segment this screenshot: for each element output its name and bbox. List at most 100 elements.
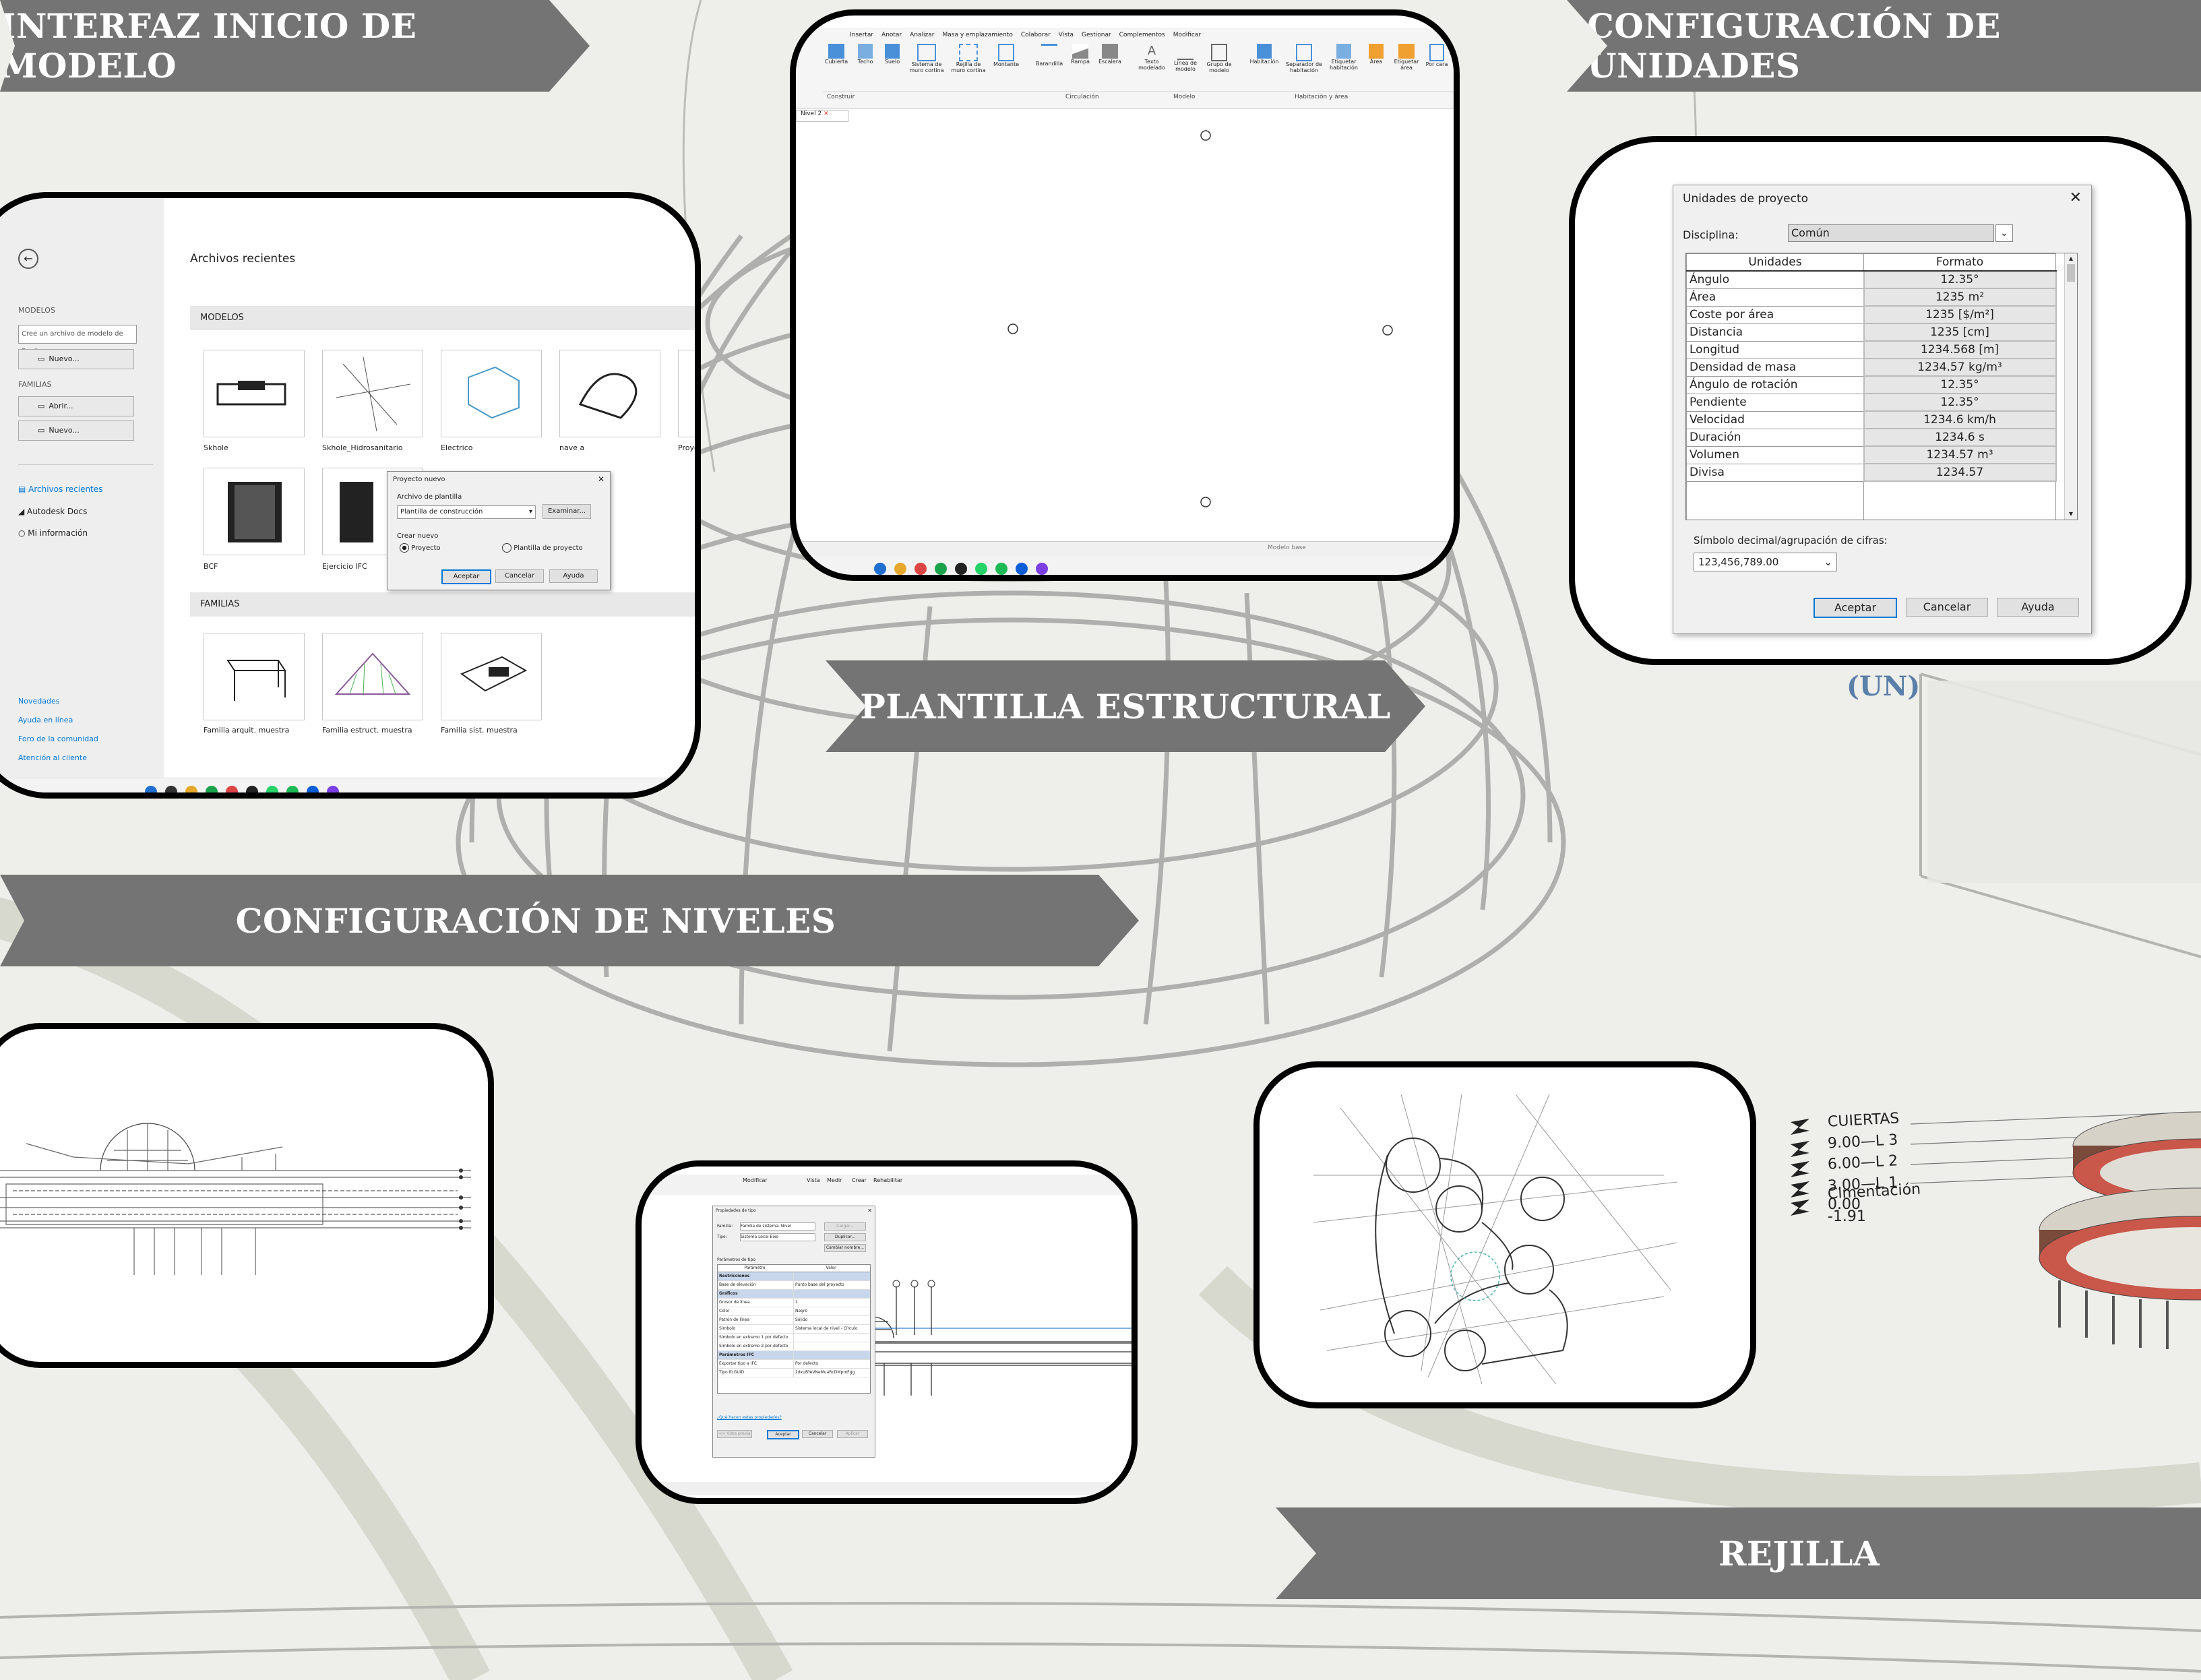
param-value[interactable]: Punto base del proyecto — [793, 1281, 870, 1289]
tool-escalera[interactable]: Escalera — [1096, 44, 1123, 73]
create-model-input[interactable]: Cree un archivo de modelo de Revit — [18, 325, 137, 355]
scroll-thumb[interactable] — [2067, 264, 2075, 282]
param-row[interactable]: Grosor de línea 1 — [718, 1299, 870, 1307]
load-button[interactable]: Cargar... — [824, 1222, 866, 1231]
type-select[interactable]: Sistema Local Eixo — [740, 1233, 815, 1241]
units-help-button[interactable]: Ayuda — [1997, 598, 2079, 617]
family-select[interactable]: Familia de sistema: Nivel — [740, 1222, 815, 1231]
unit-format-button[interactable]: 1235 [$/m²] — [1863, 305, 2057, 324]
ribbon-tab[interactable]: Masa y emplazamiento — [942, 32, 1012, 38]
unit-format-button[interactable]: 12.35° — [1863, 375, 2057, 394]
param-row[interactable]: Gráficos — [718, 1290, 870, 1299]
param-row[interactable]: Exportar tipo a IFC Por defecto — [718, 1360, 870, 1369]
param-row[interactable]: Símbolo en extremo 1 por defecto — [718, 1334, 870, 1342]
param-row[interactable]: Color Negro — [718, 1307, 870, 1316]
param-value[interactable]: Sistema local de nivel - Círculo — [793, 1325, 870, 1333]
dialog-help-button[interactable]: Ayuda — [549, 569, 598, 583]
units-scrollbar[interactable]: ▴ ▾ — [2064, 253, 2077, 520]
dialog-cancel-button[interactable]: Cancelar — [495, 569, 544, 583]
model-thumb-hidrosanitario[interactable] — [322, 350, 423, 437]
units-ok-button[interactable]: Aceptar — [1814, 598, 1897, 618]
discipline-select[interactable]: Común — [1788, 224, 1994, 242]
new-model-button[interactable]: ▭ Nuevo... — [18, 349, 134, 369]
family-thumb-sist[interactable] — [441, 633, 542, 720]
param-value[interactable] — [793, 1290, 870, 1298]
help-link[interactable]: ¿Qué hacen estas propiedades? — [717, 1415, 782, 1420]
tool-model-text[interactable]: A Texto modelado — [1137, 44, 1167, 73]
unit-format-button[interactable]: 1234.57 m³ — [1863, 445, 2057, 464]
unit-format-button[interactable]: 12.35° — [1863, 393, 2057, 412]
param-value[interactable]: Negro — [793, 1307, 870, 1315]
unit-format-button[interactable]: 1234.57 kg/m³ — [1863, 358, 2057, 377]
link-atencion[interactable]: Atención al cliente — [18, 753, 87, 762]
unit-format-button[interactable]: 1234.6 s — [1863, 428, 2057, 447]
param-value[interactable] — [793, 1272, 870, 1280]
back-button[interactable]: ← — [18, 249, 38, 269]
unit-format-button[interactable]: 1234.57 — [1863, 463, 2057, 482]
unit-format-button[interactable]: 12.35° — [1863, 270, 2057, 289]
link-novedades[interactable]: Novedades — [18, 697, 59, 706]
close-icon[interactable]: ✕ — [598, 474, 604, 484]
duplicate-button[interactable]: Duplicar... — [824, 1233, 866, 1241]
props-ok-button[interactable]: Aceptar — [767, 1430, 799, 1439]
dialog-ok-button[interactable]: Aceptar — [441, 569, 491, 584]
tool-by-face[interactable]: Por cara — [1425, 44, 1448, 73]
radio-project[interactable]: Proyecto — [400, 543, 441, 553]
model-thumb-bcf[interactable] — [204, 468, 305, 555]
tool-montante[interactable]: Montante — [991, 44, 1021, 73]
model-thumb-electrico[interactable] — [441, 350, 542, 437]
unit-format-button[interactable]: 1234.568 [m] — [1863, 340, 2057, 359]
nav-autodesk-docs[interactable]: ◢ Autodesk Docs — [18, 507, 87, 516]
tool-room[interactable]: Habitación — [1247, 44, 1281, 73]
tool-suelo[interactable]: Suelo — [881, 44, 904, 73]
chevron-down-icon[interactable]: ⌄ — [1995, 224, 2013, 242]
props-apply-button[interactable]: Aplicar — [837, 1430, 868, 1438]
elevation-marker[interactable] — [1200, 130, 1211, 141]
tool-rampa[interactable]: Rampa — [1068, 44, 1092, 73]
open-family-button[interactable]: ▭ Abrir... — [18, 396, 134, 416]
param-row[interactable]: Base de elevación Punto base del proyecto — [718, 1281, 870, 1290]
elevation-marker[interactable] — [1200, 497, 1211, 507]
family-thumb-estruct[interactable] — [322, 633, 423, 720]
param-value[interactable] — [793, 1351, 870, 1359]
tool-curtain-system[interactable]: Sistema de muro cortina — [908, 44, 946, 73]
tool-techo[interactable]: Techo — [854, 44, 877, 73]
link-foro[interactable]: Foro de la comunidad — [18, 735, 98, 743]
param-row[interactable]: Tipo IfcGUID 2dxuBYeVNeMuaRcDMpmFgg — [718, 1369, 870, 1377]
unit-format-button[interactable]: 1235 m² — [1863, 288, 2057, 307]
ribbon-tab[interactable]: Anotar — [881, 32, 902, 38]
ribbon-tab[interactable]: Complementos — [1119, 32, 1165, 38]
tool-area[interactable]: Área — [1365, 44, 1388, 73]
unit-format-button[interactable]: 1235 [cm] — [1863, 323, 2057, 342]
tool-room-separator[interactable]: Separador de habitación — [1285, 44, 1323, 73]
param-row[interactable]: Restricciones — [718, 1272, 870, 1281]
link-ayuda[interactable]: Ayuda en línea — [18, 716, 73, 724]
tool-curtain-grid[interactable]: Rejilla de muro cortina — [950, 44, 987, 73]
param-value[interactable]: Sólido — [793, 1316, 870, 1324]
ribbon-tab[interactable]: Vista — [1059, 32, 1074, 38]
elevation-marker[interactable] — [1382, 325, 1393, 336]
ribbon-tab[interactable]: Gestionar — [1082, 32, 1111, 38]
tool-model-line[interactable]: Línea de modelo — [1171, 44, 1200, 73]
ribbon-tab[interactable]: Insertar — [850, 32, 873, 38]
template-select[interactable]: Plantilla de construcción ▾ — [397, 505, 536, 519]
model-thumb-proyecto[interactable] — [678, 350, 695, 437]
param-value[interactable]: 1 — [793, 1299, 870, 1307]
nav-recent-files[interactable]: ▤ Archivos recientes — [18, 485, 102, 494]
close-icon[interactable]: ✕ — [824, 111, 829, 117]
new-family-button[interactable]: ▭ Nuevo... — [18, 421, 134, 441]
ribbon-tab[interactable]: Colaborar — [1021, 32, 1051, 38]
param-row[interactable]: Símbolo en extremo 2 por defecto — [718, 1342, 870, 1351]
elevation-marker[interactable] — [1008, 323, 1018, 334]
browse-button[interactable]: Examinar... — [542, 504, 591, 519]
tool-model-group[interactable]: Grupo de modelo — [1204, 44, 1234, 73]
preview-button[interactable]: << Vista previa — [717, 1430, 752, 1438]
param-value[interactable]: Por defecto — [793, 1360, 870, 1368]
props-cancel-button[interactable]: Cancelar — [802, 1430, 833, 1438]
close-icon[interactable]: ✕ — [867, 1208, 872, 1214]
tool-tag-area[interactable]: Etiquetar área — [1392, 44, 1421, 73]
decimal-symbol-select[interactable]: 123,456,789.00 ⌄ — [1694, 553, 1837, 571]
param-row[interactable]: Símbolo Sistema local de nivel - Círculo — [718, 1325, 870, 1334]
scroll-up-icon[interactable]: ▴ — [2065, 253, 2077, 263]
radio-template[interactable]: Plantilla de proyecto — [502, 543, 583, 553]
